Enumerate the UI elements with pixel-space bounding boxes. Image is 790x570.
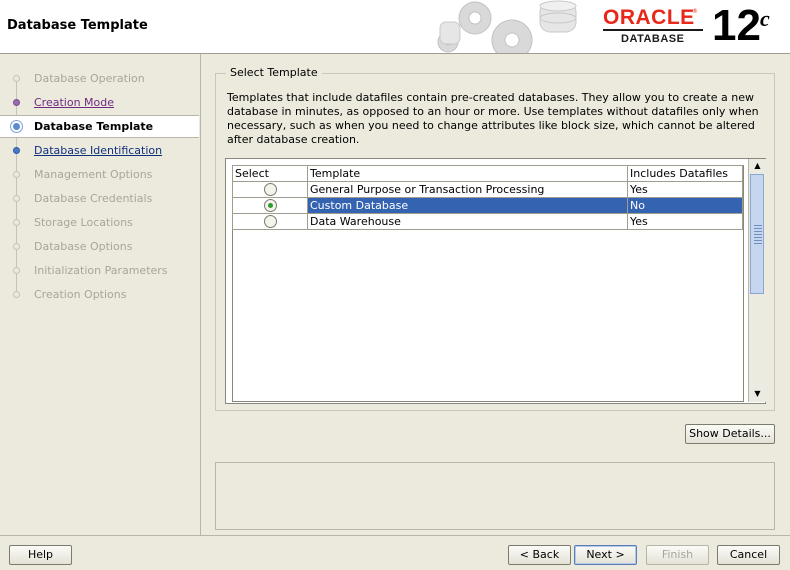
column-header-template[interactable]: Template	[307, 165, 628, 182]
back-button[interactable]: < Back	[508, 545, 571, 565]
sidebar-item-label: Database Credentials	[34, 192, 153, 205]
table-row[interactable]: Data Warehouse Yes	[232, 213, 743, 230]
template-cell[interactable]: General Purpose or Transaction Processin…	[307, 181, 628, 198]
scroll-thumb[interactable]	[750, 174, 764, 294]
oracle-logo: ORACLE	[603, 6, 695, 29]
show-details-button[interactable]: Show Details...	[685, 424, 775, 444]
template-table: Select Template Includes Datafiles Gener…	[232, 165, 743, 230]
sidebar-item-database-identification[interactable]: Database Identification	[0, 140, 199, 162]
database-logo-text: DATABASE	[621, 33, 685, 45]
sidebar-item-label: Creation Options	[34, 288, 127, 301]
scroll-grip-icon	[754, 225, 762, 245]
sidebar-item-label: Initialization Parameters	[34, 264, 168, 277]
cancel-button[interactable]: Cancel	[717, 545, 780, 565]
sidebar-item-database-options: Database Options	[0, 236, 199, 258]
sidebar-item-label: Management Options	[34, 168, 153, 181]
step-dot-icon	[13, 75, 20, 82]
table-row[interactable]: General Purpose or Transaction Processin…	[232, 181, 743, 198]
sidebar-item-management-options: Management Options	[0, 164, 199, 186]
sidebar-item-database-template: Database Template	[0, 115, 199, 138]
gears-illustration-icon	[437, 0, 577, 53]
sidebar-item-label: Database Template	[34, 120, 154, 133]
logo-divider	[603, 29, 703, 31]
sidebar-divider	[200, 54, 201, 535]
sidebar-item-label[interactable]: Creation Mode	[34, 92, 114, 114]
sidebar-item-label: Database Operation	[34, 72, 145, 85]
template-description: Templates that include datafiles contain…	[227, 91, 759, 146]
current-step-icon	[10, 120, 23, 133]
sidebar-item-creation-mode[interactable]: Creation Mode	[0, 92, 199, 114]
step-dot-icon	[13, 195, 20, 202]
wizard-steps-sidebar: Database Operation Creation Mode Databas…	[0, 54, 200, 534]
step-dot-icon	[13, 99, 20, 106]
scroll-down-arrow-icon[interactable]: ▼	[749, 387, 766, 401]
help-button[interactable]: Help	[9, 545, 72, 565]
next-button[interactable]: Next >	[574, 545, 637, 565]
column-header-includes-datafiles[interactable]: Includes Datafiles	[627, 165, 743, 182]
sidebar-item-label[interactable]: Database Identification	[34, 140, 162, 162]
column-header-select[interactable]: Select	[232, 165, 308, 182]
template-radio-custom-database[interactable]	[263, 199, 277, 213]
step-dot-icon	[13, 291, 20, 298]
footer-separator	[0, 535, 790, 536]
scroll-up-arrow-icon[interactable]: ▲	[749, 159, 766, 173]
details-panel	[215, 462, 775, 530]
registered-mark: ®	[692, 8, 698, 15]
table-header-row: Select Template Includes Datafiles	[232, 165, 743, 182]
datafiles-cell[interactable]: No	[627, 197, 743, 214]
step-dot-icon	[13, 171, 20, 178]
template-radio-general-purpose[interactable]	[263, 183, 277, 197]
table-row[interactable]: Custom Database No	[232, 197, 743, 214]
datafiles-cell[interactable]: Yes	[627, 213, 743, 230]
step-dot-icon	[13, 243, 20, 250]
template-radio-data-warehouse[interactable]	[263, 215, 277, 229]
sidebar-item-initialization-parameters: Initialization Parameters	[0, 260, 199, 282]
version-suffix: c	[760, 6, 770, 31]
sidebar-item-label: Database Options	[34, 240, 133, 253]
step-dot-icon	[13, 219, 20, 226]
select-cell[interactable]	[232, 213, 308, 230]
header-banner: Database Template ORACLE ® DATABASE 12 c	[0, 0, 790, 54]
finish-button: Finish	[646, 545, 709, 565]
select-cell[interactable]	[232, 197, 308, 214]
table-vertical-scrollbar[interactable]: ▲ ▼	[748, 159, 766, 402]
template-cell[interactable]: Data Warehouse	[307, 213, 628, 230]
sidebar-item-creation-options: Creation Options	[0, 284, 199, 306]
step-dot-icon	[13, 267, 20, 274]
sidebar-item-database-credentials: Database Credentials	[0, 188, 199, 210]
select-cell[interactable]	[232, 181, 308, 198]
sidebar-item-storage-locations: Storage Locations	[0, 212, 199, 234]
page-title: Database Template	[7, 18, 148, 33]
group-title: Select Template	[226, 66, 322, 79]
step-dot-icon	[13, 147, 20, 154]
datafiles-cell[interactable]: Yes	[627, 181, 743, 198]
version-number: 12	[712, 1, 761, 50]
sidebar-item-label: Storage Locations	[34, 216, 133, 229]
sidebar-item-database-operation: Database Operation	[0, 68, 199, 90]
template-cell[interactable]: Custom Database	[307, 197, 628, 214]
